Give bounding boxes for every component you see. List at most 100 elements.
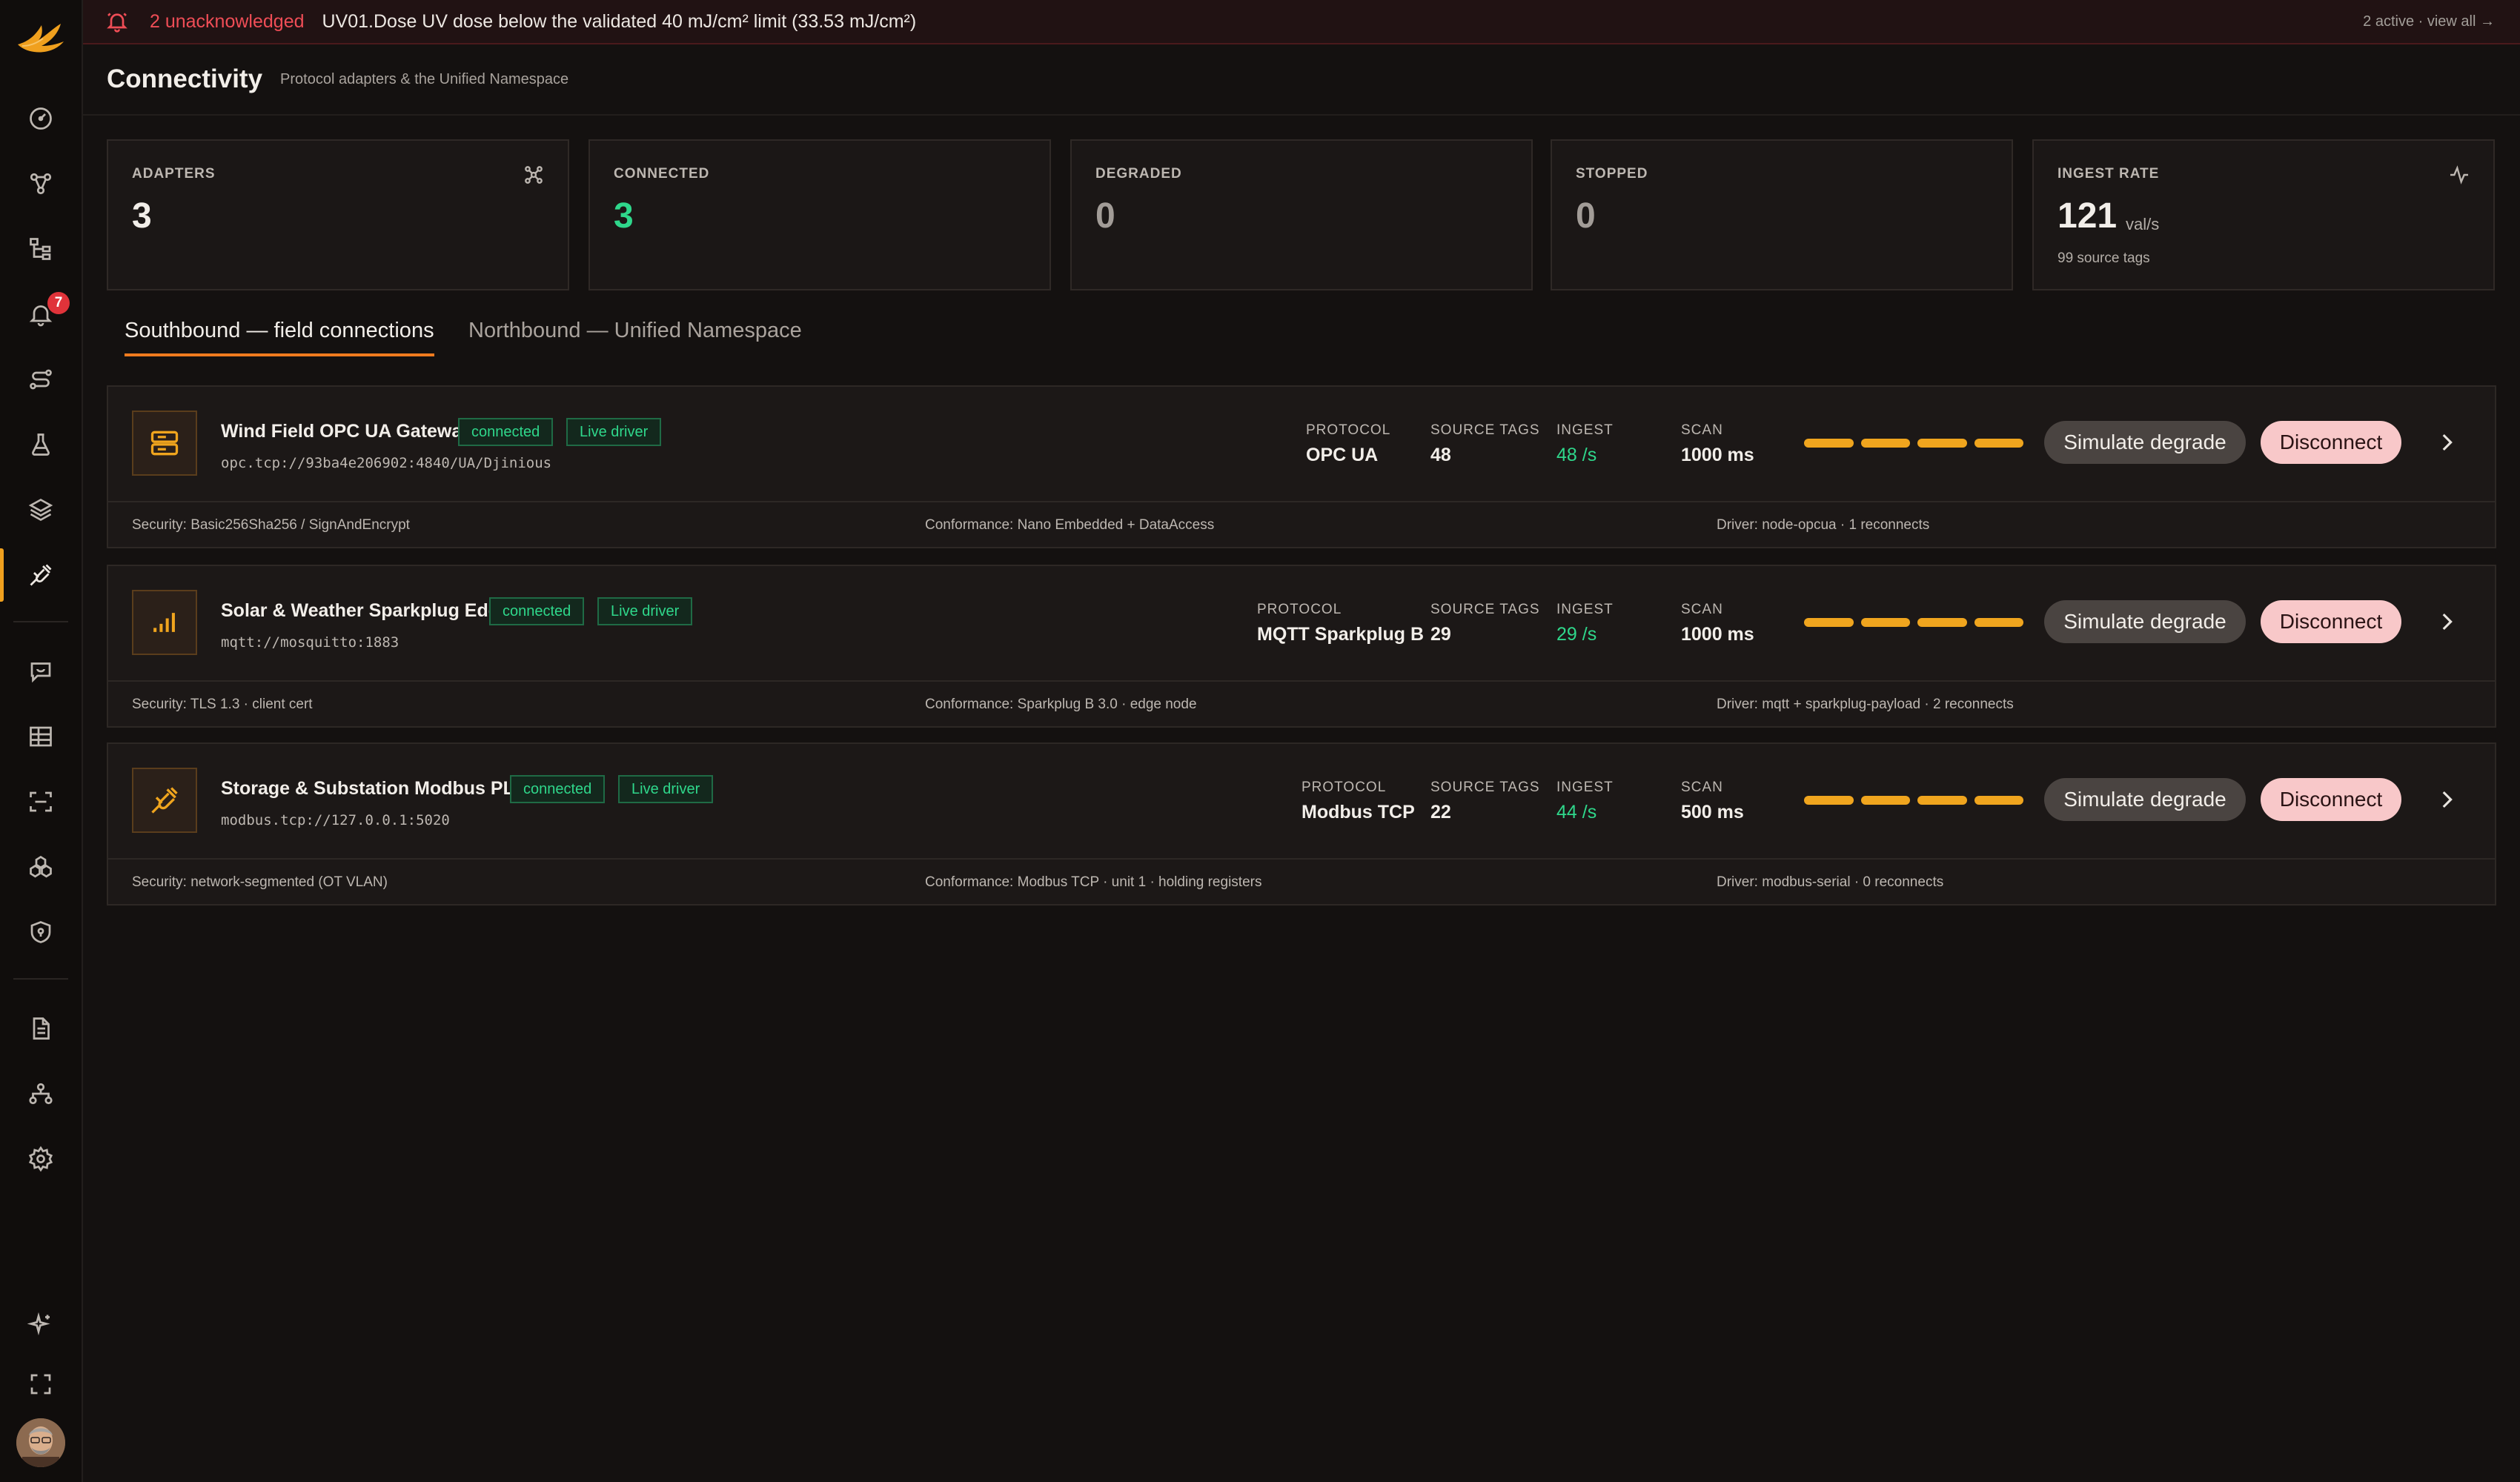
nav-security[interactable] [0, 903, 82, 962]
driver-detail: Driver: mqtt + sparkplug-payload · 2 rec… [1717, 697, 2014, 712]
chevron-right-icon[interactable] [2434, 787, 2459, 812]
adapter-endpoint: modbus.tcp://127.0.0.1:5020 [221, 812, 450, 828]
ingest-label: INGEST [1556, 422, 1614, 438]
live-driver-badge: Live driver [597, 597, 693, 625]
adapter-card-opcua[interactable]: Wind Field OPC UA Gateway connected Live… [107, 385, 2496, 548]
scan-label: SCAN [1681, 780, 1723, 795]
conformance-detail: Conformance: Sparkplug B 3.0 · edge node [925, 697, 1197, 712]
sidebar: 7 [0, 0, 83, 1482]
stat-card-adapters: ADAPTERS 3 [107, 139, 569, 290]
nav-connectivity[interactable] [0, 545, 82, 605]
dashboard-icon [30, 107, 52, 130]
signal-bars [1804, 439, 2023, 448]
chevron-right-icon[interactable] [2434, 609, 2459, 634]
adapter-endpoint: opc.tcp://93ba4e206902:4840/UA/Djinious [221, 455, 552, 471]
status-badge: connected [489, 597, 585, 625]
ingest-value: 44 /s [1556, 802, 1597, 823]
disconnect-button[interactable]: Disconnect [2261, 778, 2401, 821]
scan-value: 500 ms [1681, 802, 1744, 823]
connectivity-plug-icon [30, 564, 52, 586]
nav-layers[interactable] [0, 480, 82, 539]
tab-northbound[interactable]: Northbound — Unified Namespace [468, 319, 802, 353]
lab-flask-icon [32, 433, 50, 456]
simulate-degrade-button[interactable]: Simulate degrade [2044, 600, 2246, 643]
protocol-label: PROTOCOL [1257, 602, 1342, 617]
page-subtitle: Protocol adapters & the Unified Namespac… [280, 70, 569, 87]
live-driver-badge: Live driver [566, 418, 662, 446]
simulate-degrade-button[interactable]: Simulate degrade [2044, 778, 2246, 821]
plug-icon [151, 787, 178, 814]
stat-label: CONNECTED [614, 166, 710, 182]
stat-label: ADAPTERS [132, 166, 216, 182]
protocol-value: MQTT Sparkplug B [1257, 624, 1424, 645]
source-tags-label: SOURCE TAGS [1430, 602, 1540, 617]
adapter-name: Wind Field OPC UA Gateway [221, 421, 473, 442]
stat-card-ingest-rate: INGEST RATE 121 val/s 99 source tags [2032, 139, 2495, 290]
stat-unit: val/s [2126, 215, 2160, 233]
page-header: Connectivity Protocol adapters & the Uni… [83, 44, 2520, 116]
adapter-card-modbus[interactable]: Storage & Substation Modbus PLC connecte… [107, 742, 2496, 906]
scan-label: SCAN [1681, 422, 1723, 438]
phoenix-logo-icon[interactable] [15, 16, 67, 61]
adapter-icon-frame [132, 590, 197, 655]
sparkle-icon [27, 1312, 50, 1336]
stat-card-stopped: STOPPED 0 [1551, 139, 2013, 290]
adapter-endpoint: mqtt://mosquitto:1883 [221, 634, 399, 651]
nav-divider [13, 621, 68, 622]
source-tags-label: SOURCE TAGS [1430, 780, 1540, 795]
nav-fullscreen[interactable] [0, 1355, 82, 1414]
org-icon [29, 1083, 53, 1105]
nav-lab[interactable] [0, 415, 82, 474]
nav-graph[interactable] [0, 154, 82, 213]
nav-scan[interactable] [0, 772, 82, 831]
tab-southbound[interactable]: Southbound — field connections [125, 319, 434, 356]
alert-message: UV01.Dose UV dose below the validated 40… [322, 10, 917, 32]
security-detail: Security: Basic256Sha256 / SignAndEncryp… [132, 517, 410, 533]
conformance-detail: Conformance: Nano Embedded + DataAccess [925, 517, 1215, 533]
scan-icon [30, 791, 52, 812]
document-icon [33, 1017, 50, 1040]
nav-table[interactable] [0, 707, 82, 766]
conformance-detail: Conformance: Modbus TCP · unit 1 · holdi… [925, 874, 1262, 890]
disconnect-button[interactable]: Disconnect [2261, 421, 2401, 464]
nav-chat[interactable] [0, 642, 82, 701]
adapter-card-sparkplug[interactable]: Solar & Weather Sparkplug Edge connected… [107, 565, 2496, 728]
nav-dashboard[interactable] [0, 89, 82, 148]
nav-alarms[interactable]: 7 [0, 285, 82, 344]
shield-icon [30, 921, 51, 943]
source-tags-value: 48 [1430, 445, 1451, 465]
table-icon [30, 726, 52, 747]
graph-icon [30, 173, 52, 195]
adapter-name: Solar & Weather Sparkplug Edge [221, 600, 510, 621]
scan-value: 1000 ms [1681, 624, 1754, 645]
settings-icon [28, 1146, 53, 1172]
view-all-alerts-link[interactable]: 2 active · view all → [2363, 13, 2495, 30]
protocol-value: Modbus TCP [1302, 802, 1415, 823]
user-avatar[interactable] [16, 1418, 65, 1467]
simulate-degrade-button[interactable]: Simulate degrade [2044, 421, 2246, 464]
source-tags-label: SOURCE TAGS [1430, 422, 1540, 438]
page-title: Connectivity [107, 64, 263, 93]
signal-bars [1804, 796, 2023, 805]
nav-org[interactable] [0, 1064, 82, 1123]
chevron-right-icon[interactable] [2434, 430, 2459, 455]
adapter-icon-frame [132, 768, 197, 833]
ingest-value: 29 /s [1556, 624, 1597, 645]
alert-count: 2 unacknowledged [150, 10, 305, 32]
nav-assistant[interactable] [0, 1295, 82, 1355]
adapter-summary: Storage & Substation Modbus PLC connecte… [108, 744, 2495, 860]
routes-icon [30, 369, 52, 390]
ingest-value: 48 /s [1556, 445, 1597, 465]
nav-documents[interactable] [0, 999, 82, 1058]
nav-settings[interactable] [0, 1129, 82, 1189]
nav-routes[interactable] [0, 350, 82, 409]
nav-hierarchy[interactable] [0, 219, 82, 279]
nav-modules[interactable] [0, 837, 82, 897]
layers-icon [28, 498, 53, 522]
status-badge: connected [458, 418, 554, 446]
server-icon [150, 431, 179, 456]
disconnect-button[interactable]: Disconnect [2261, 600, 2401, 643]
adapters-network-icon [525, 166, 543, 184]
alert-banner[interactable]: 2 unacknowledged UV01.Dose UV dose below… [83, 0, 2520, 44]
protocol-label: PROTOCOL [1306, 422, 1391, 438]
